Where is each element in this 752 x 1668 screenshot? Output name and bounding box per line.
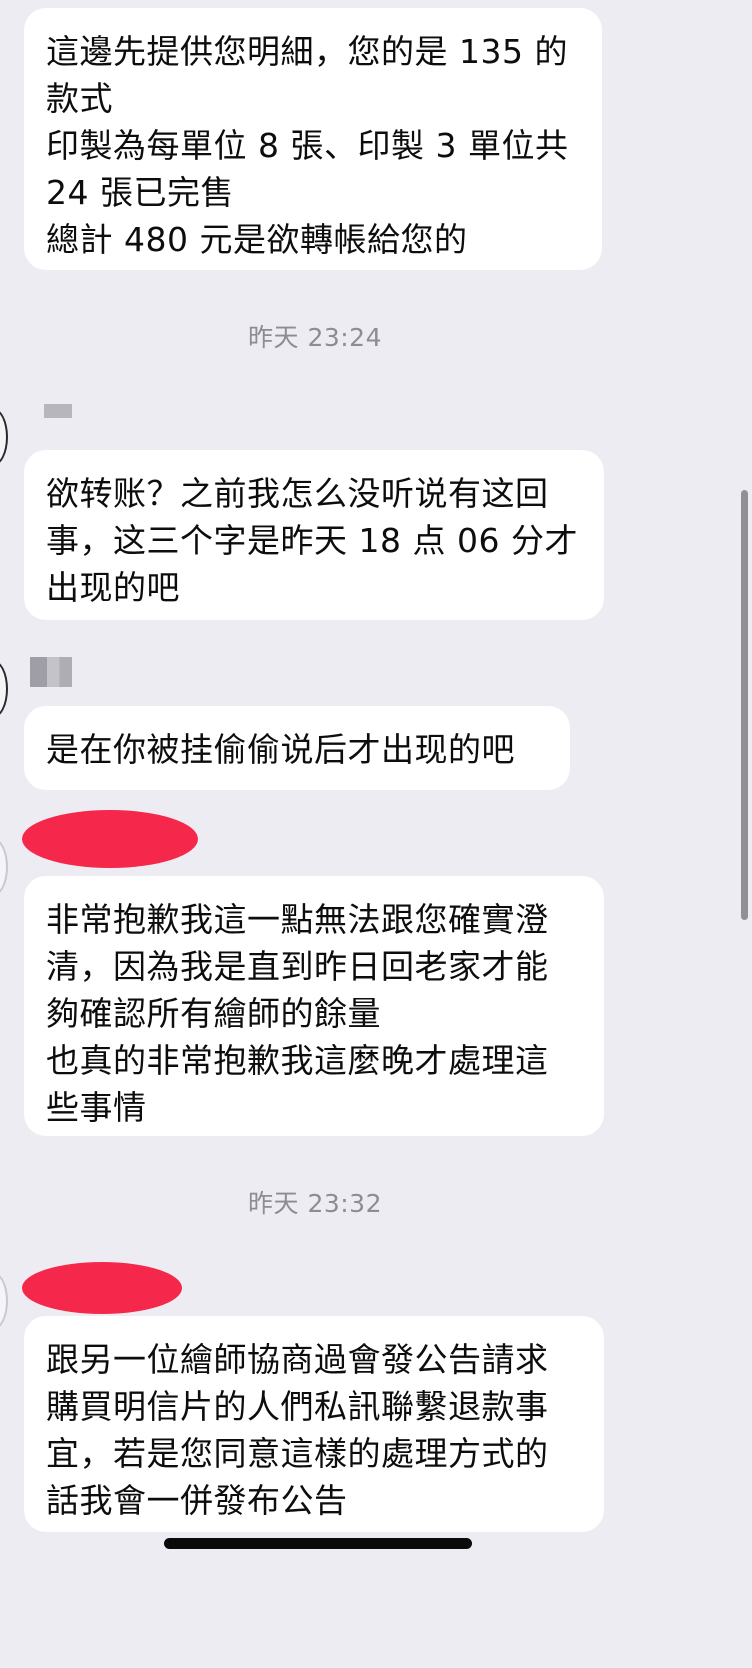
- sender-name-blurred: [44, 404, 72, 418]
- message-line: 是在你被挂偷偷说后才出现的吧: [46, 730, 515, 769]
- message-line: 話我會一併發布公告: [46, 1481, 348, 1520]
- message-line: 事，这三个字是昨天 18 点 06 分才: [46, 521, 578, 560]
- message-line: 宜，若是您同意這樣的處理方式的: [46, 1434, 549, 1473]
- message-line: 款式: [46, 79, 113, 118]
- scrollbar[interactable]: [741, 490, 748, 920]
- redacted-sender-name: [22, 1262, 182, 1314]
- message-line: 這邊先提供您明細，您的是 135 的: [46, 32, 568, 71]
- message-line: 購買明信片的人們私訊聯繫退款事: [46, 1387, 549, 1426]
- chat-screen: 這邊先提供您明細，您的是 135 的 款式 印製為每單位 8 張、印製 3 單位…: [0, 0, 752, 1668]
- message-line: 印製為每單位 8 張、印製 3 單位共: [46, 126, 569, 165]
- message-line: 夠確認所有繪師的餘量: [46, 994, 381, 1033]
- sender-avatar[interactable]: [0, 408, 8, 466]
- sender-name-blurred: [30, 657, 72, 687]
- sender-avatar[interactable]: [0, 660, 8, 718]
- message-line: 欲转账？之前我怎么没听说有这回: [46, 474, 549, 513]
- message-bubble-2[interactable]: 欲转账？之前我怎么没听说有这回 事，这三个字是昨天 18 点 06 分才 出现的…: [24, 450, 604, 620]
- message-line: 非常抱歉我這一點無法跟您確實澄: [46, 900, 549, 939]
- message-line: 總計 480 元是欲轉帳給您的: [46, 220, 468, 259]
- message-bubble-3[interactable]: 是在你被挂偷偷说后才出现的吧: [24, 706, 570, 790]
- message-line: 跟另一位繪師協商過會發公告請求: [46, 1340, 549, 1379]
- message-line: 清，因為我是直到昨日回老家才能: [46, 947, 549, 986]
- timestamp: 昨天 23:32: [248, 1189, 382, 1218]
- message-bubble-5[interactable]: 跟另一位繪師協商過會發公告請求 購買明信片的人們私訊聯繫退款事 宜，若是您同意這…: [24, 1316, 604, 1532]
- timestamp: 昨天 23:24: [248, 323, 382, 352]
- message-bubble-1[interactable]: 這邊先提供您明細，您的是 135 的 款式 印製為每單位 8 張、印製 3 單位…: [24, 8, 602, 270]
- redacted-sender-name: [22, 810, 198, 868]
- message-line: 些事情: [46, 1088, 147, 1127]
- sender-avatar[interactable]: [0, 1272, 8, 1330]
- message-line: 也真的非常抱歉我這麼晚才處理這: [46, 1041, 549, 1080]
- home-indicator[interactable]: [164, 1538, 472, 1549]
- message-line: 24 張已完售: [46, 173, 234, 212]
- message-line: 出现的吧: [46, 568, 180, 607]
- message-bubble-4[interactable]: 非常抱歉我這一點無法跟您確實澄 清，因為我是直到昨日回老家才能 夠確認所有繪師的…: [24, 876, 604, 1136]
- sender-avatar[interactable]: [0, 838, 8, 896]
